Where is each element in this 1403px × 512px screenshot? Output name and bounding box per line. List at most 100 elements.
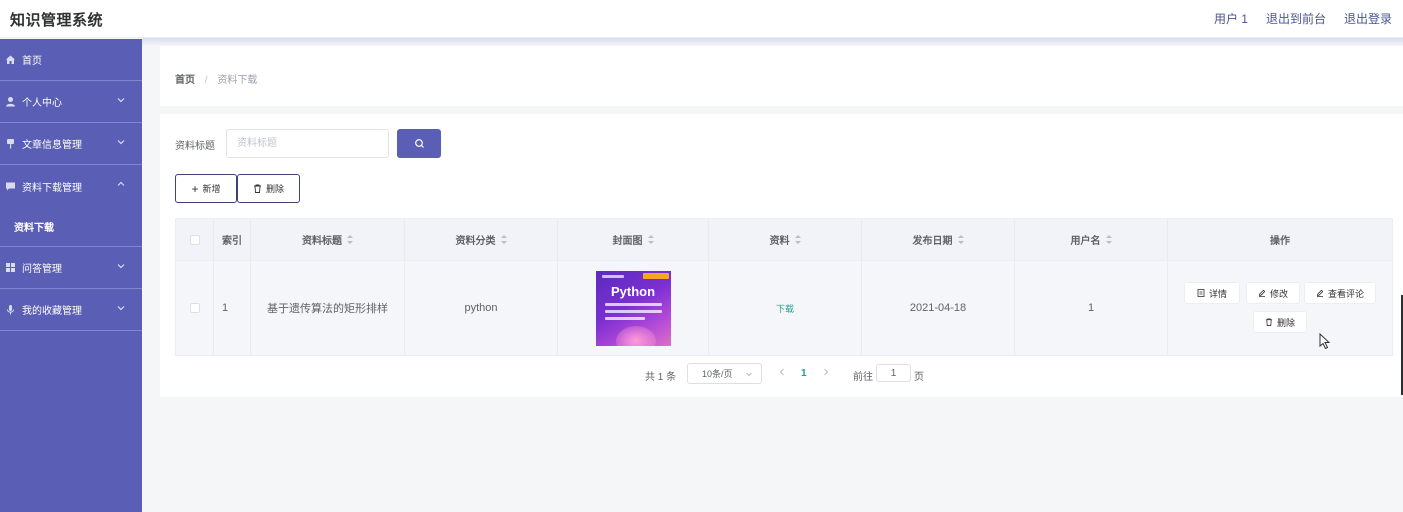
row-index: 1	[214, 261, 251, 355]
sidebar-item-home[interactable]: 首页	[0, 39, 142, 81]
add-button-label: 新增	[202, 184, 221, 194]
row-date: 2021-04-18	[862, 261, 1015, 355]
batch-delete-button[interactable]: 删除	[237, 174, 300, 203]
user-label[interactable]: 用户 1	[1214, 10, 1248, 27]
logout-link[interactable]: 退出登录	[1344, 10, 1392, 27]
row-checkbox[interactable]	[189, 303, 200, 313]
sidebar-item-label: 我的收藏管理	[22, 306, 82, 317]
row-file-cell: 下载	[709, 261, 862, 355]
header-select-cell	[176, 219, 214, 260]
header-username[interactable]: 用户名	[1015, 219, 1168, 260]
sidebar-subitem-downloads[interactable]: 资料下载	[0, 207, 142, 247]
row-select-cell	[176, 261, 214, 355]
main-card: 资料标题 + 新增 删除 索引 资料标题 资料分类 封面图 资料 发布日期 用户…	[160, 114, 1403, 397]
pagination-total: 共 1 条	[645, 372, 677, 383]
edit-icon	[1258, 289, 1266, 297]
search-icon	[414, 139, 424, 148]
edit-button[interactable]: 修改	[1246, 282, 1300, 304]
mouse-cursor-icon	[1319, 333, 1331, 350]
top-actions: 用户 1 退出到前台 退出登录	[1214, 10, 1392, 27]
app-title: 知识管理系统	[10, 12, 104, 29]
sort-icon[interactable]	[347, 235, 353, 244]
page-size-select[interactable]: 10条/页	[687, 363, 762, 384]
cover-line	[604, 309, 662, 313]
cover-image[interactable]: Python	[595, 270, 671, 346]
sidebar-item-favorites[interactable]: 我的收藏管理	[0, 289, 142, 331]
breadcrumb-separator: /	[204, 75, 208, 86]
chevron-left-icon	[779, 368, 784, 376]
sidebar-item-qa[interactable]: 问答管理	[0, 247, 142, 289]
home-icon	[5, 54, 16, 65]
sort-icon[interactable]	[647, 235, 654, 244]
search-input[interactable]	[226, 129, 389, 158]
next-page-button[interactable]	[822, 367, 830, 380]
chevron-up-icon	[117, 181, 125, 186]
header-cover[interactable]: 封面图	[558, 219, 709, 260]
detail-button[interactable]: 详情	[1184, 282, 1240, 304]
chevron-down-icon	[117, 306, 125, 311]
header-file[interactable]: 资料	[709, 219, 862, 260]
row-actions-cell: 详情 修改 查看评论 删除	[1168, 261, 1392, 355]
delete-button-label: 删除	[265, 184, 284, 194]
cover-title: Python	[610, 283, 656, 299]
sidebar-item-profile[interactable]: 个人中心	[0, 81, 142, 123]
sidebar-item-downloads[interactable]: 资料下载管理	[0, 165, 142, 207]
row-username: 1	[1015, 261, 1168, 355]
sidebar-item-label: 资料下载管理	[22, 182, 82, 194]
prev-page-button[interactable]	[778, 367, 786, 380]
sort-icon[interactable]	[500, 235, 507, 244]
grid-icon	[5, 262, 16, 273]
download-link[interactable]: 下载	[776, 302, 794, 315]
view-comments-button[interactable]: 查看评论	[1304, 282, 1376, 304]
search-button[interactable]	[397, 129, 441, 158]
chat-icon	[5, 181, 16, 192]
row-category: python	[405, 261, 558, 355]
breadcrumb-card: 首页 / 资料下载	[160, 46, 1403, 106]
user-icon	[5, 96, 16, 107]
plus-icon: +	[191, 181, 199, 196]
edit-icon	[1316, 289, 1324, 297]
sidebar-item-label: 首页	[22, 56, 42, 67]
breadcrumb-home[interactable]: 首页	[175, 75, 195, 86]
table-row: 1 基于遗传算法的矩形排样 python Python 下载 2021-04-1…	[175, 261, 1393, 356]
sort-icon[interactable]	[1105, 235, 1112, 244]
goto-page-input[interactable]	[876, 364, 911, 382]
sort-icon[interactable]	[794, 235, 801, 244]
cover-line	[604, 302, 662, 306]
sidebar-item-label: 个人中心	[22, 98, 62, 109]
exit-to-front-link[interactable]: 退出到前台	[1266, 10, 1326, 27]
page-number[interactable]: 1	[801, 368, 807, 379]
cover-brand-strip	[601, 274, 624, 278]
delete-button[interactable]: 删除	[1253, 311, 1307, 333]
chevron-down-icon	[117, 264, 125, 269]
sidebar-item-articles[interactable]: 文章信息管理	[0, 123, 142, 165]
document-icon	[1197, 289, 1205, 297]
cover-glow	[615, 325, 656, 346]
sidebar: 首页 个人中心 文章信息管理 资料下载管理 资料下载 问答管理 我的收藏管理	[0, 39, 142, 512]
header-index: 索引	[214, 219, 251, 260]
header-category[interactable]: 资料分类	[405, 219, 558, 260]
cover-tag	[642, 272, 669, 279]
select-all-checkbox[interactable]	[189, 234, 200, 245]
chevron-down-icon	[746, 372, 752, 377]
add-button[interactable]: + 新增	[175, 174, 237, 203]
sort-icon[interactable]	[957, 235, 964, 244]
page-unit-label: 页	[914, 372, 924, 383]
header-actions: 操作	[1270, 236, 1290, 247]
header-title[interactable]: 资料标题	[251, 219, 405, 260]
table-header: 索引 资料标题 资料分类 封面图 资料 发布日期 用户名 操作	[175, 218, 1393, 261]
sidebar-item-label: 问答管理	[22, 264, 62, 275]
trash-icon	[253, 184, 261, 193]
chevron-down-icon	[117, 98, 125, 103]
header-date[interactable]: 发布日期	[862, 219, 1015, 260]
chevron-down-icon	[117, 140, 125, 145]
goto-label: 前往	[853, 372, 873, 383]
breadcrumb-current: 资料下载	[217, 75, 258, 86]
mic-icon	[5, 304, 16, 315]
row-title: 基于遗传算法的矩形排样	[251, 261, 405, 355]
pin-icon	[5, 138, 16, 149]
chevron-right-icon	[824, 368, 829, 376]
breadcrumb: 首页 / 资料下载	[175, 71, 257, 86]
cover-line	[604, 316, 645, 320]
row-cover-cell: Python	[558, 261, 709, 355]
